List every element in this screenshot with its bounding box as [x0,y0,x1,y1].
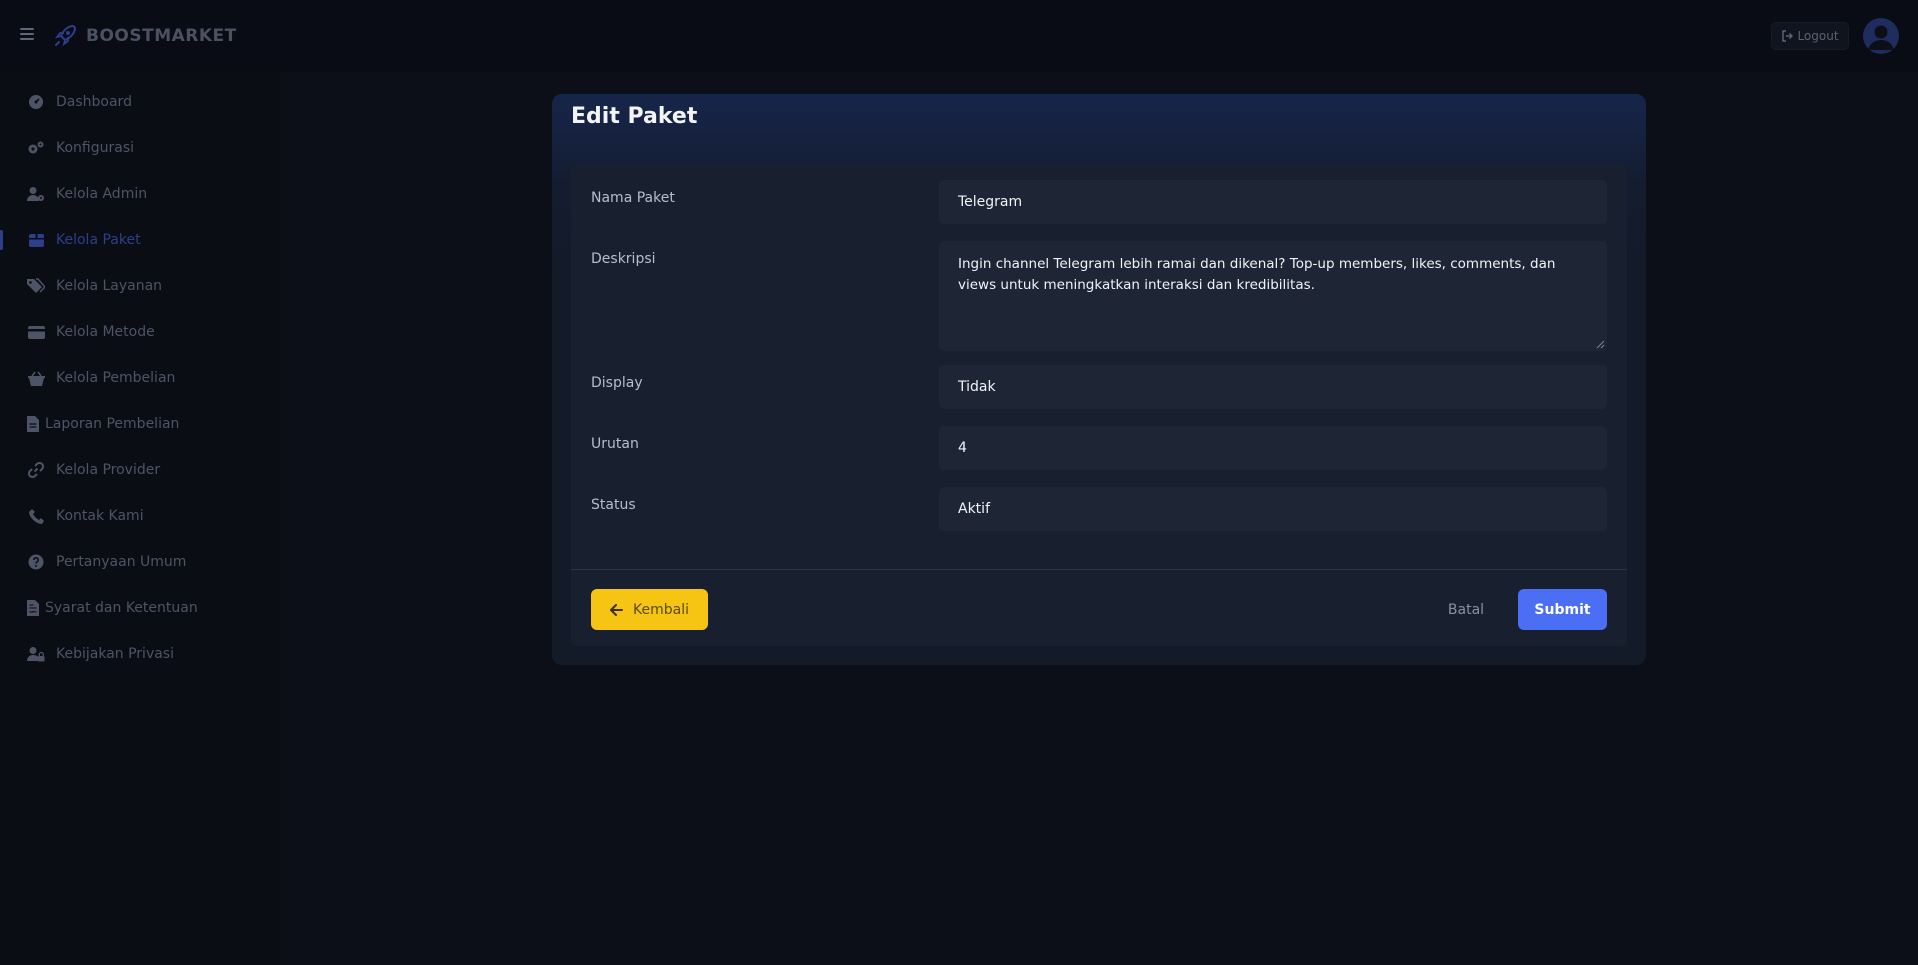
sidebar: Dashboard Konfigurasi Kelola Admin Kelol… [0,72,280,965]
hamburger-icon[interactable] [20,28,34,40]
brand[interactable]: BOOSTMARKET [52,22,237,50]
sidebar-item-label: Kontak Kami [56,508,144,524]
back-button[interactable]: Kembali [591,589,708,630]
submit-button[interactable]: Submit [1518,589,1607,630]
top-bar: BOOSTMARKET Logout [0,0,1918,72]
sidebar-item-label: Syarat dan Ketentuan [45,600,198,616]
deskripsi-label: Deskripsi [591,251,656,267]
sidebar-item-pertanyaan-umum[interactable]: Pertanyaan Umum [0,542,280,582]
sidebar-item-label: Kelola Metode [56,324,155,340]
file-icon [27,415,39,433]
sign-out-icon [1782,30,1794,42]
arrow-left-icon [610,603,623,616]
box-icon [27,231,45,249]
phone-icon [27,507,45,525]
gauge-icon [27,93,45,111]
user-avatar-icon[interactable] [1863,18,1899,54]
urutan-label: Urutan [591,436,639,452]
status-select[interactable]: Aktif [939,487,1607,531]
display-label: Display [591,375,643,391]
credit-card-icon [27,323,45,341]
sidebar-item-syarat-dan-ketentuan[interactable]: Syarat dan Ketentuan [0,588,280,628]
file-contract-icon [27,599,39,617]
sidebar-item-konfigurasi[interactable]: Konfigurasi [0,128,280,168]
logout-label: Logout [1797,29,1839,43]
sidebar-item-laporan-pembelian[interactable]: Laporan Pembelian [0,404,280,444]
sidebar-item-label: Kelola Paket [56,232,141,248]
edit-paket-card: Edit Paket Nama Paket Telegram Deskripsi… [552,94,1646,665]
sidebar-item-label: Konfigurasi [56,140,135,156]
sidebar-item-kelola-provider[interactable]: Kelola Provider [0,450,280,490]
sidebar-item-label: Kelola Admin [56,186,148,202]
cancel-button[interactable]: Batal [1441,589,1491,630]
form-divider [571,569,1627,570]
back-button-label: Kembali [633,601,689,618]
sidebar-item-kelola-metode[interactable]: Kelola Metode [0,312,280,352]
gears-icon [27,139,45,157]
brand-name: BOOSTMARKET [86,26,237,46]
sidebar-item-dashboard[interactable]: Dashboard [0,82,280,122]
display-select[interactable]: Tidak [939,365,1607,409]
sidebar-item-label: Dashboard [56,94,132,110]
sidebar-item-label: Kebijakan Privasi [56,646,174,662]
sidebar-item-kelola-pembelian[interactable]: Kelola Pembelian [0,358,280,398]
link-icon [27,461,45,479]
question-circle-icon [27,553,45,571]
sidebar-item-label: Kelola Layanan [56,278,163,294]
sidebar-item-label: Pertanyaan Umum [56,554,187,570]
sidebar-item-label: Laporan Pembelian [45,416,180,432]
rocket-icon [54,24,77,47]
page-title: Edit Paket [571,104,698,129]
urutan-field[interactable]: 4 [939,426,1607,470]
tags-icon [27,277,45,295]
resize-handle-icon[interactable] [1596,340,1605,349]
sidebar-item-kebijakan-privasi[interactable]: Kebijakan Privasi [0,634,280,674]
sidebar-item-kontak-kami[interactable]: Kontak Kami [0,496,280,536]
nama-paket-field[interactable]: Telegram [939,180,1607,224]
status-label: Status [591,497,636,513]
deskripsi-text: Ingin channel Telegram lebih ramai dan d… [958,256,1556,293]
sidebar-item-label: Kelola Pembelian [56,370,176,386]
deskripsi-field[interactable]: Ingin channel Telegram lebih ramai dan d… [939,241,1607,351]
edit-form: Nama Paket Telegram Deskripsi Ingin chan… [571,164,1627,646]
sidebar-item-kelola-paket[interactable]: Kelola Paket [0,220,280,260]
sidebar-item-kelola-layanan[interactable]: Kelola Layanan [0,266,280,306]
basket-icon [27,369,45,387]
logout-button[interactable]: Logout [1771,22,1849,50]
sidebar-item-label: Kelola Provider [56,462,161,478]
user-gear-icon [27,185,45,203]
user-lock-icon [27,645,45,663]
sidebar-item-kelola-admin[interactable]: Kelola Admin [0,174,280,214]
nama-paket-label: Nama Paket [591,190,675,206]
